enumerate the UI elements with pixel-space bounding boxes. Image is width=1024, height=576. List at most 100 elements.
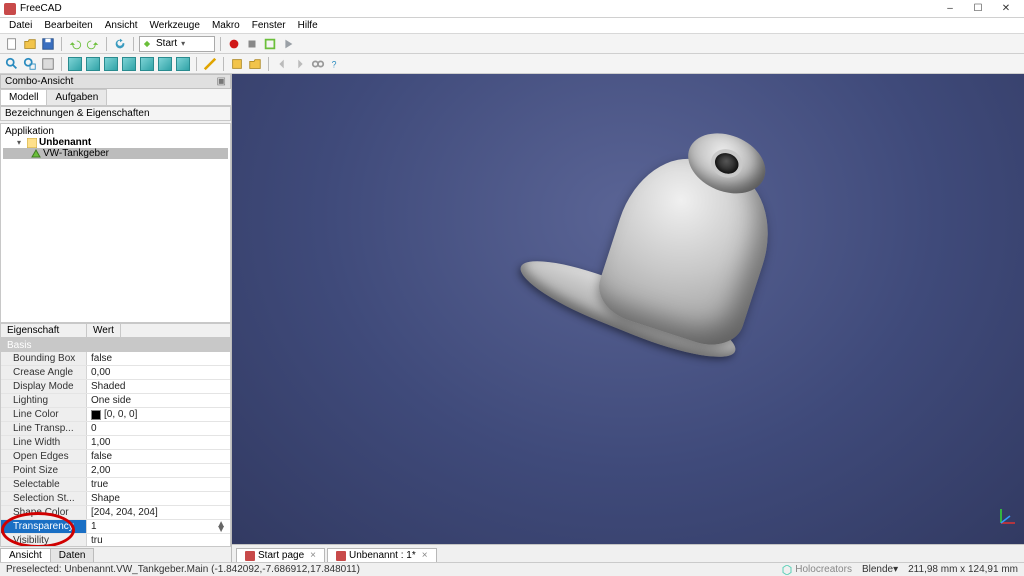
property-row[interactable]: Line Width1,00 <box>1 436 230 450</box>
property-value[interactable]: true <box>87 478 230 491</box>
axis-cross-icon[interactable] <box>998 506 1018 526</box>
nav-back-icon[interactable] <box>274 56 290 72</box>
minimize-button[interactable]: – <box>936 1 964 17</box>
menu-item[interactable]: Hilfe <box>293 19 323 32</box>
tree-document[interactable]: ▾ Unbenannt <box>3 137 228 148</box>
property-row[interactable]: Shape Color[204, 204, 204] <box>1 506 230 520</box>
property-value[interactable]: [204, 204, 204] <box>87 506 230 519</box>
tab-tasks[interactable]: Aufgaben <box>46 89 107 105</box>
nav-style-selector[interactable]: Blende▾ <box>862 564 898 575</box>
view-iso-icon[interactable] <box>67 56 83 72</box>
menu-item[interactable]: Datei <box>4 19 37 32</box>
open-icon[interactable] <box>22 36 38 52</box>
property-key: Shape Color <box>1 506 87 519</box>
part-icon[interactable] <box>229 56 245 72</box>
view-right-icon[interactable] <box>121 56 137 72</box>
view-left-icon[interactable] <box>175 56 191 72</box>
property-key: Open Edges <box>1 450 87 463</box>
property-key: Selectable <box>1 478 87 491</box>
undo-icon[interactable] <box>67 36 83 52</box>
property-value[interactable]: Shape <box>87 492 230 505</box>
col-value[interactable]: Wert <box>87 324 121 337</box>
view-front-icon[interactable] <box>85 56 101 72</box>
property-value[interactable]: tru <box>87 534 230 547</box>
3d-model[interactable] <box>513 246 743 373</box>
macro-play-icon[interactable] <box>280 36 296 52</box>
property-value[interactable]: One side <box>87 394 230 407</box>
menu-item[interactable]: Ansicht <box>100 19 143 32</box>
spin-buttons[interactable]: ▲▼ <box>216 522 226 532</box>
property-value[interactable]: false <box>87 352 230 365</box>
menu-item[interactable]: Fenster <box>247 19 291 32</box>
model-tree[interactable]: Applikation ▾ Unbenannt VW-Tankgeber <box>0 123 231 323</box>
property-grid[interactable]: Basis Bounding BoxfalseCrease Angle0,00D… <box>0 338 231 547</box>
macro-list-icon[interactable] <box>262 36 278 52</box>
property-row[interactable]: Open Edgesfalse <box>1 450 230 464</box>
fit-all-icon[interactable] <box>4 56 20 72</box>
property-value[interactable]: [0, 0, 0] <box>87 408 230 421</box>
panel-tabs: Modell Aufgaben <box>0 89 231 106</box>
tab-view[interactable]: Ansicht <box>0 548 51 562</box>
measure-icon[interactable] <box>202 56 218 72</box>
property-row[interactable]: LightingOne side <box>1 394 230 408</box>
property-row[interactable]: Selectabletrue <box>1 478 230 492</box>
property-value[interactable]: 1,00 <box>87 436 230 449</box>
property-key: Point Size <box>1 464 87 477</box>
col-property[interactable]: Eigenschaft <box>1 324 87 337</box>
whatsthis-icon[interactable]: ? <box>328 56 344 72</box>
refresh-icon[interactable] <box>112 36 128 52</box>
workbench-selector[interactable]: Start ▾ <box>139 36 215 52</box>
property-value[interactable]: 0,00 <box>87 366 230 379</box>
property-value[interactable]: 1▲▼ <box>87 520 230 533</box>
doc-tab-startpage[interactable]: Start page × <box>236 548 325 562</box>
property-value[interactable]: false <box>87 450 230 463</box>
tree-object[interactable]: VW-Tankgeber <box>3 148 228 159</box>
tab-data[interactable]: Daten <box>50 548 95 562</box>
property-row[interactable]: Line Color[0, 0, 0] <box>1 408 230 422</box>
view-rear-icon[interactable] <box>139 56 155 72</box>
property-key: Line Width <box>1 436 87 449</box>
tree-doc-label: Unbenannt <box>39 137 91 148</box>
property-value[interactable]: 0 <box>87 422 230 435</box>
menu-item[interactable]: Makro <box>207 19 245 32</box>
property-header: Eigenschaft Wert <box>0 323 231 338</box>
property-row[interactable]: Line Transp...0 <box>1 422 230 436</box>
view-top-icon[interactable] <box>103 56 119 72</box>
maximize-button[interactable]: ☐ <box>964 1 992 17</box>
nav-fwd-icon[interactable] <box>292 56 308 72</box>
close-button[interactable]: ✕ <box>992 1 1020 17</box>
tab-model[interactable]: Modell <box>0 89 47 105</box>
menu-item[interactable]: Werkzeuge <box>145 19 205 32</box>
property-key: Display Mode <box>1 380 87 393</box>
property-row[interactable]: Crease Angle0,00 <box>1 366 230 380</box>
menu-item[interactable]: Bearbeiten <box>39 19 97 32</box>
expand-icon[interactable]: ▾ <box>17 138 25 147</box>
draw-style-icon[interactable] <box>40 56 56 72</box>
tab-close-icon[interactable]: × <box>422 550 428 561</box>
link-icon[interactable] <box>310 56 326 72</box>
property-row[interactable]: Visibilitytru <box>1 534 230 547</box>
property-value[interactable]: 2,00 <box>87 464 230 477</box>
property-row[interactable]: Point Size2,00 <box>1 464 230 478</box>
panel-title[interactable]: Combo-Ansicht ▣ <box>0 74 231 89</box>
fit-selection-icon[interactable] <box>22 56 38 72</box>
panel-close-icon[interactable]: ▣ <box>217 76 226 87</box>
property-value[interactable]: Shaded <box>87 380 230 393</box>
tab-close-icon[interactable]: × <box>310 550 316 561</box>
3d-viewport[interactable] <box>232 74 1024 544</box>
macro-stop-icon[interactable] <box>244 36 260 52</box>
property-key: Line Transp... <box>1 422 87 435</box>
doc-tab-document[interactable]: Unbenannt : 1* × <box>327 548 437 562</box>
save-icon[interactable] <box>40 36 56 52</box>
property-row[interactable]: Display ModeShaded <box>1 380 230 394</box>
property-row[interactable]: Selection St...Shape <box>1 492 230 506</box>
property-row[interactable]: Transparency1▲▼ <box>1 520 230 534</box>
property-row[interactable]: Bounding Boxfalse <box>1 352 230 366</box>
group-icon[interactable] <box>247 56 263 72</box>
task-group-header[interactable]: Bezeichnungen & Eigenschaften <box>0 106 231 121</box>
view-bottom-icon[interactable] <box>157 56 173 72</box>
new-icon[interactable] <box>4 36 20 52</box>
property-key: Crease Angle <box>1 366 87 379</box>
redo-icon[interactable] <box>85 36 101 52</box>
macro-record-icon[interactable] <box>226 36 242 52</box>
